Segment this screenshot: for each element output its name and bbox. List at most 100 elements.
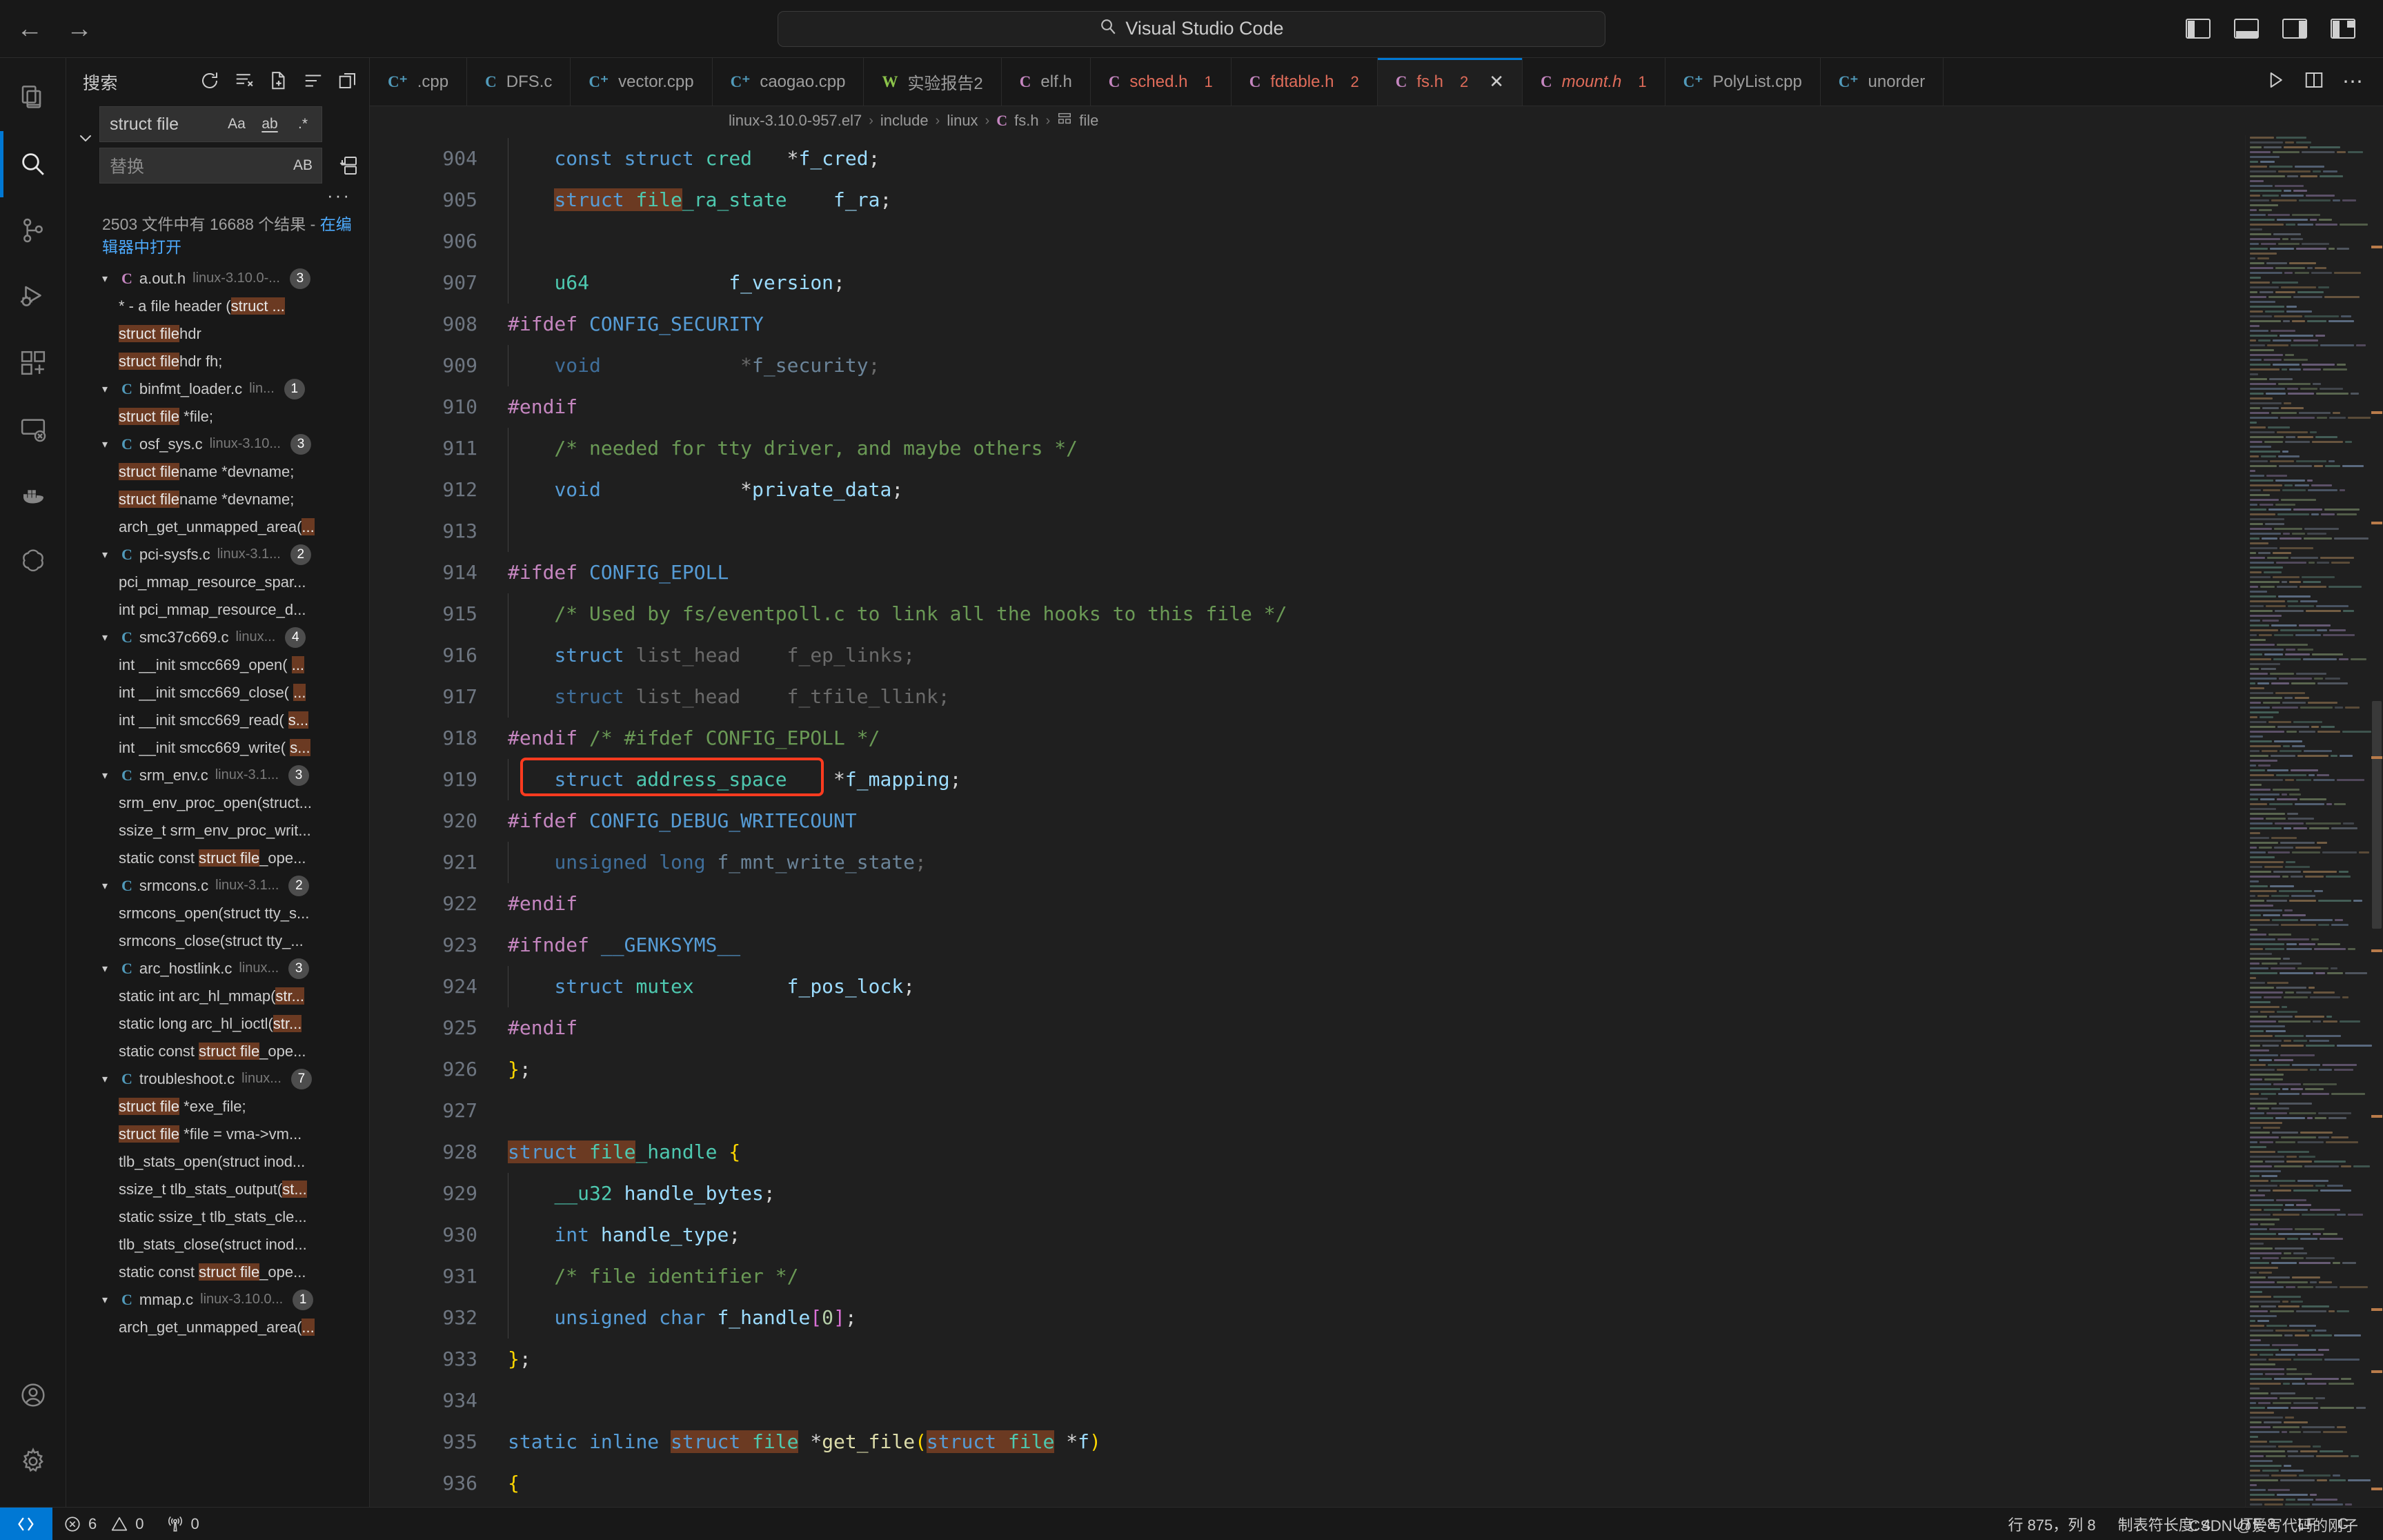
search-result-match[interactable]: pci_mmap_resource_spar... [66, 569, 369, 596]
code-line[interactable]: #ifdef CONFIG_EPOLL [501, 552, 2245, 593]
code-line[interactable]: #ifdef CONFIG_SECURITY [501, 304, 2245, 345]
activity-bar-item-source-control[interactable] [0, 197, 66, 264]
search-result-file[interactable]: ▾ Cbinfmt_loader.c lin... 1 [66, 375, 369, 403]
search-result-match[interactable]: static ssize_t tlb_stats_cle... [66, 1203, 369, 1231]
arrow-right-icon[interactable]: → [66, 16, 92, 42]
command-center[interactable]: Visual Studio Code [778, 10, 1605, 47]
search-result-match[interactable]: static long arc_hl_ioctl(str... [66, 1010, 369, 1038]
replace-input-box[interactable]: 替换 AB [99, 148, 322, 184]
code-line[interactable] [501, 511, 2245, 552]
preserve-case-icon[interactable]: AB [290, 152, 316, 179]
status-indentation[interactable]: 制表符长度: 4 [2107, 1508, 2222, 1540]
match-whole-word-icon[interactable]: ab [257, 111, 283, 137]
code-line[interactable]: const struct cred *f_cred; [501, 138, 2245, 179]
search-result-match[interactable]: srmcons_close(struct tty_... [66, 927, 369, 955]
activity-bar-item-copilot-chat[interactable] [0, 529, 66, 595]
replace-all-icon[interactable] [328, 148, 361, 184]
search-input[interactable]: struct file [110, 115, 224, 135]
editor-tab[interactable]: Cfdtable.h 2 [1231, 58, 1378, 106]
search-result-match[interactable]: static int arc_hl_mmap(str... [66, 983, 369, 1010]
activity-bar-item-run-and-debug[interactable] [0, 264, 66, 330]
chevron-down-icon[interactable]: ▾ [102, 437, 115, 451]
code-line[interactable]: struct file_handle { [501, 1132, 2245, 1173]
search-result-match[interactable]: srm_env_proc_open(struct... [66, 789, 369, 817]
search-input-box[interactable]: struct file Aa ab .* [99, 106, 322, 142]
activity-bar-item-docker[interactable] [0, 462, 66, 529]
code-line[interactable]: void *private_data; [501, 469, 2245, 511]
code-line[interactable]: struct address_space *f_mapping; [501, 759, 2245, 800]
code-line[interactable]: /* file identifier */ [501, 1256, 2245, 1297]
search-result-match[interactable]: struct filename *devname; [66, 486, 369, 513]
code-line[interactable]: u64 f_version; [501, 262, 2245, 304]
status-problems[interactable]: 6 0 [52, 1508, 155, 1540]
collapse-all-icon[interactable] [337, 70, 358, 95]
breadcrumb[interactable]: linux-3.10.0-957.el7 › include › linux › Cfs.h… [370, 106, 2383, 135]
refresh-icon[interactable] [199, 70, 220, 95]
activity-bar-item-manage[interactable] [0, 1428, 66, 1494]
code-content[interactable]: const struct cred *f_cred; struct file_r… [501, 135, 2245, 1507]
search-result-file[interactable]: ▾ Csrmcons.c linux-3.1... 2 [66, 872, 369, 900]
minimap[interactable] [2245, 135, 2383, 1507]
editor-tab[interactable]: Cmount.h 1 [1523, 58, 1665, 106]
code-line[interactable]: #endif /* #ifdef CONFIG_EPOLL */ [501, 718, 2245, 759]
breadcrumb-segment[interactable]: include [880, 112, 929, 130]
code-line[interactable] [501, 1090, 2245, 1132]
search-result-match[interactable]: ssize_t tlb_stats_output(st... [66, 1176, 369, 1203]
code-line[interactable]: struct list_head f_ep_links; [501, 635, 2245, 676]
search-result-file[interactable]: ▾ Csmc37c669.c linux... 4 [66, 624, 369, 651]
search-result-file[interactable]: ▾ Cpci-sysfs.c linux-3.1... 2 [66, 541, 369, 569]
editor-tab[interactable]: Csched.h 1 [1090, 58, 1232, 106]
breadcrumb-segment[interactable]: linux [947, 112, 978, 130]
code-line[interactable]: __u32 handle_bytes; [501, 1173, 2245, 1214]
chevron-down-icon[interactable]: ▾ [102, 769, 115, 782]
code-line[interactable]: unsigned long f_mnt_write_state; [501, 842, 2245, 883]
code-line[interactable]: /* Used by fs/eventpoll.c to link all th… [501, 593, 2245, 635]
code-line[interactable]: void *f_security; [501, 345, 2245, 386]
editor-tab[interactable]: Cfs.h 2 ✕ [1377, 58, 1523, 106]
chevron-down-icon[interactable]: ▾ [102, 962, 115, 976]
search-result-match[interactable]: struct filehdr [66, 320, 369, 348]
breadcrumb-segment[interactable]: fs.h [1014, 112, 1038, 130]
chevron-down-icon[interactable]: ▾ [102, 1072, 115, 1086]
editor-tab[interactable]: C DFS.c [467, 58, 571, 106]
search-result-match[interactable]: tlb_stats_close(struct inod... [66, 1231, 369, 1258]
use-regex-icon[interactable]: .* [290, 111, 316, 137]
code-line[interactable]: #ifdef CONFIG_DEBUG_WRITECOUNT [501, 800, 2245, 842]
search-result-match[interactable]: ssize_t srm_env_proc_writ... [66, 817, 369, 845]
search-result-match[interactable]: struct file *exe_file; [66, 1093, 369, 1121]
code-line[interactable] [501, 221, 2245, 262]
status-ports[interactable]: 0 [155, 1508, 210, 1540]
code-line[interactable]: struct mutex f_pos_lock; [501, 966, 2245, 1007]
editor-tab[interactable]: C⁺ PolyList.cpp [1665, 58, 1821, 106]
toggle-secondary-sidebar-icon[interactable] [2282, 19, 2307, 39]
editor-tab[interactable]: C⁺ vector.cpp [571, 58, 713, 106]
search-result-match[interactable]: arch_get_unmapped_area(... [66, 513, 369, 541]
code-line[interactable]: #endif [501, 883, 2245, 925]
editor-tab[interactable]: C⁺ unorder [1820, 58, 1944, 106]
replace-input[interactable]: 替换 [110, 153, 290, 178]
search-result-match[interactable]: struct filehdr fh; [66, 348, 369, 375]
status-encoding[interactable]: UTF-8 [2222, 1508, 2286, 1540]
search-result-match[interactable]: int __init smcc669_open( ... [66, 651, 369, 679]
play-icon[interactable] [2265, 70, 2286, 94]
list-icon[interactable] [303, 70, 324, 95]
toggle-replace-button[interactable] [72, 106, 99, 184]
clear-all-icon[interactable] [234, 70, 255, 95]
match-case-icon[interactable]: Aa [224, 111, 250, 137]
status-eol[interactable]: LF [2286, 1508, 2326, 1540]
code-line[interactable] [501, 1380, 2245, 1421]
editor-tab[interactable]: C⁺ .cpp [370, 58, 468, 106]
editor-tab-bar[interactable]: C⁺ .cpp C DFS.c C⁺ vector.cpp C⁺ caogao.cpp W 实验报… [370, 58, 2383, 106]
breadcrumb-segment[interactable]: linux-3.10.0-957.el7 [729, 112, 862, 130]
search-result-match[interactable]: arch_get_unmapped_area(... [66, 1314, 369, 1341]
search-result-match[interactable]: tlb_stats_open(struct inod... [66, 1148, 369, 1176]
toggle-panel-icon[interactable] [2234, 19, 2259, 39]
search-result-match[interactable]: int __init smcc669_close( ... [66, 679, 369, 707]
code-line[interactable]: struct list_head f_tfile_llink; [501, 676, 2245, 718]
chevron-down-icon[interactable]: ▾ [102, 1293, 115, 1307]
search-results-list[interactable]: ▾ Ca.out.h linux-3.10.0-... 3 * - a file hea… [66, 265, 369, 1507]
chevron-down-icon[interactable]: ▾ [102, 548, 115, 562]
toggle-primary-sidebar-icon[interactable] [2186, 19, 2211, 39]
search-result-file[interactable]: ▾ Ctroubleshoot.c linux... 7 [66, 1065, 369, 1093]
search-result-match[interactable]: static const struct file_ope... [66, 1038, 369, 1065]
